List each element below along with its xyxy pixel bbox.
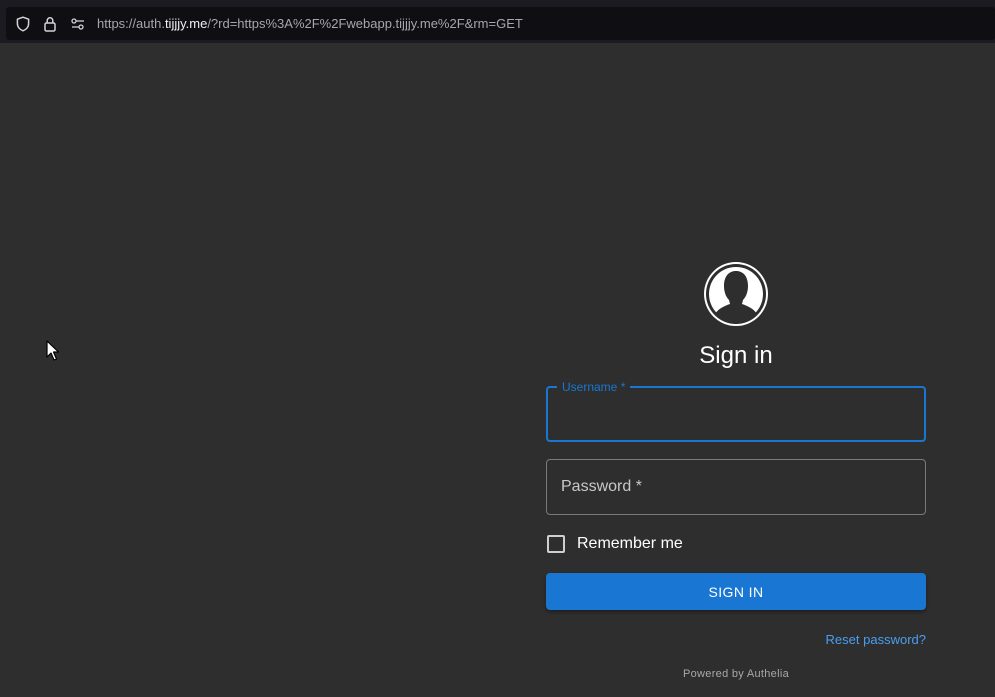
permissions-icon[interactable] xyxy=(70,16,86,32)
shield-icon[interactable] xyxy=(15,16,31,32)
password-field[interactable]: Password * xyxy=(546,459,926,515)
username-input[interactable] xyxy=(548,388,924,440)
url-prefix: https://auth. xyxy=(97,16,165,31)
reset-password-link[interactable]: Reset password? xyxy=(826,632,926,647)
remember-me-label[interactable]: Remember me xyxy=(577,535,683,553)
sign-in-button[interactable]: SIGN IN xyxy=(546,573,926,610)
url-domain: tijjjy.me xyxy=(164,16,208,31)
lock-icon[interactable] xyxy=(42,16,58,32)
password-input[interactable] xyxy=(547,460,925,514)
url-path: /?rd=https%3A%2F%2Fwebapp.tijjjy.me%2F&r… xyxy=(207,16,523,31)
user-avatar-icon xyxy=(704,262,768,326)
powered-by-text: Powered by Authelia xyxy=(683,668,789,680)
mouse-cursor-icon xyxy=(46,340,60,362)
browser-toolbar: https://auth.tijjjy.me/?rd=https%3A%2F%2… xyxy=(0,4,995,43)
remember-me-row[interactable]: Remember me xyxy=(546,534,926,554)
username-field[interactable]: Username * xyxy=(546,380,926,442)
url-text[interactable]: https://auth.tijjjy.me/?rd=https%3A%2F%2… xyxy=(97,16,523,32)
remember-me-checkbox[interactable] xyxy=(547,535,565,553)
address-bar[interactable]: https://auth.tijjjy.me/?rd=https%3A%2F%2… xyxy=(6,7,995,40)
page-title: Sign in xyxy=(699,342,773,369)
